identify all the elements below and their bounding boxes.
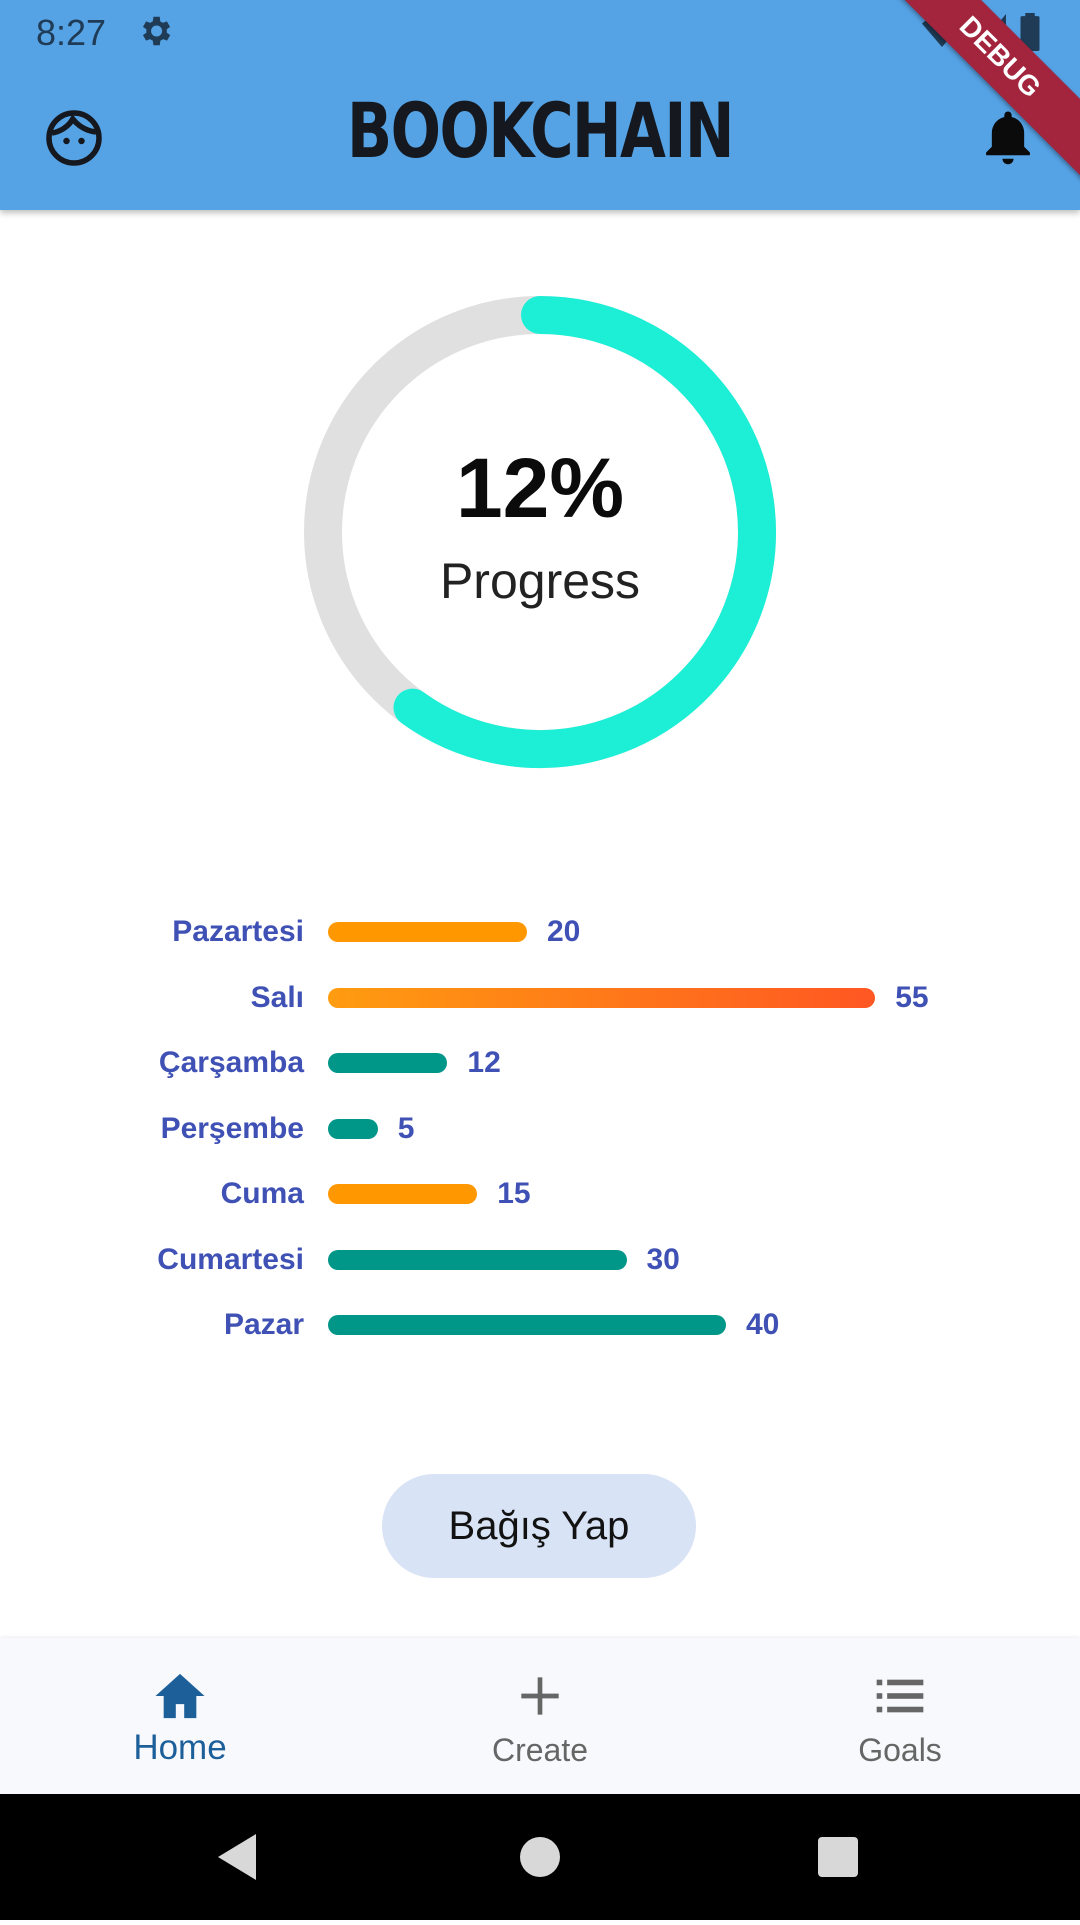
nav-create-label: Create [491,1732,589,1768]
chart-row: Salı 55 [0,978,1080,1018]
system-nav-icons [218,1834,858,1880]
chart-row: Çarşamba 12 [0,1043,1080,1083]
back-icon[interactable] [218,1834,256,1880]
chart-category-label: Pazar [223,1308,304,1341]
chart-category-label: Pazartesi [172,915,304,948]
chart-category-label: Perşembe [160,1111,304,1145]
home-circle-icon[interactable] [520,1837,560,1877]
settings-gear-icon [142,16,171,46]
chart-category-label: Cumartesi [157,1242,304,1276]
nav-home-label: Home [133,1728,227,1767]
app-title: BOOKCHAIN [347,86,734,175]
chart-bar [328,1315,726,1335]
chart-value-label: 15 [497,1177,531,1210]
donate-button[interactable]: Bağış Yap [382,1474,696,1578]
plus-icon [521,1677,559,1715]
chart-value-label: 20 [547,915,581,948]
app-bar: 8:27 BOOKCHAIN DEBUG [0,0,1080,210]
bottom-navigation: Home Create Goals [0,1638,1080,1794]
nav-goals[interactable]: Goals [720,1638,1080,1794]
chart-row: Cuma 15 [0,1174,1080,1214]
chart-bar [328,1118,378,1139]
profile-face-icon[interactable] [44,108,104,168]
chart-value-label: 40 [746,1308,780,1341]
chart-row: Cumartesi 30 [0,1240,1080,1280]
chart-row: Pazar 40 [0,1305,1080,1345]
chart-value-label: 12 [467,1046,501,1079]
chart-row: Pazartesi 20 [0,912,1080,952]
progress-ring: 12% Progress [300,292,780,772]
list-icon [876,1679,924,1713]
chart-category-label: Çarşamba [158,1046,304,1079]
chart-row: Perşembe 5 [0,1109,1080,1149]
chart-category-label: Salı [250,980,304,1014]
chart-category-label: Cuma [220,1177,304,1210]
chart-bar [328,1184,478,1204]
progress-percentage: 12% [455,441,625,535]
chart-bar [328,922,527,942]
home-icon [155,1673,205,1719]
system-navigation-bar [0,1794,1080,1920]
chart-value-label: 5 [397,1111,415,1145]
nav-goals-label: Goals [858,1732,942,1768]
progress-label: Progress [439,553,641,609]
recents-square-icon[interactable] [818,1837,858,1877]
chart-bar [328,1053,448,1073]
nav-home[interactable]: Home [0,1638,360,1794]
chart-value-label: 55 [895,980,929,1014]
daily-reading-chart: Pazartesi 20 Salı 55 Çarşamba 12 Perşembe 5 Cuma… [0,900,1080,1360]
chart-bar [328,1249,627,1270]
chart-value-label: 30 [646,1242,680,1276]
chart-bar [328,987,876,1008]
status-time: 8:27 [36,12,107,53]
nav-create[interactable]: Create [360,1638,720,1794]
